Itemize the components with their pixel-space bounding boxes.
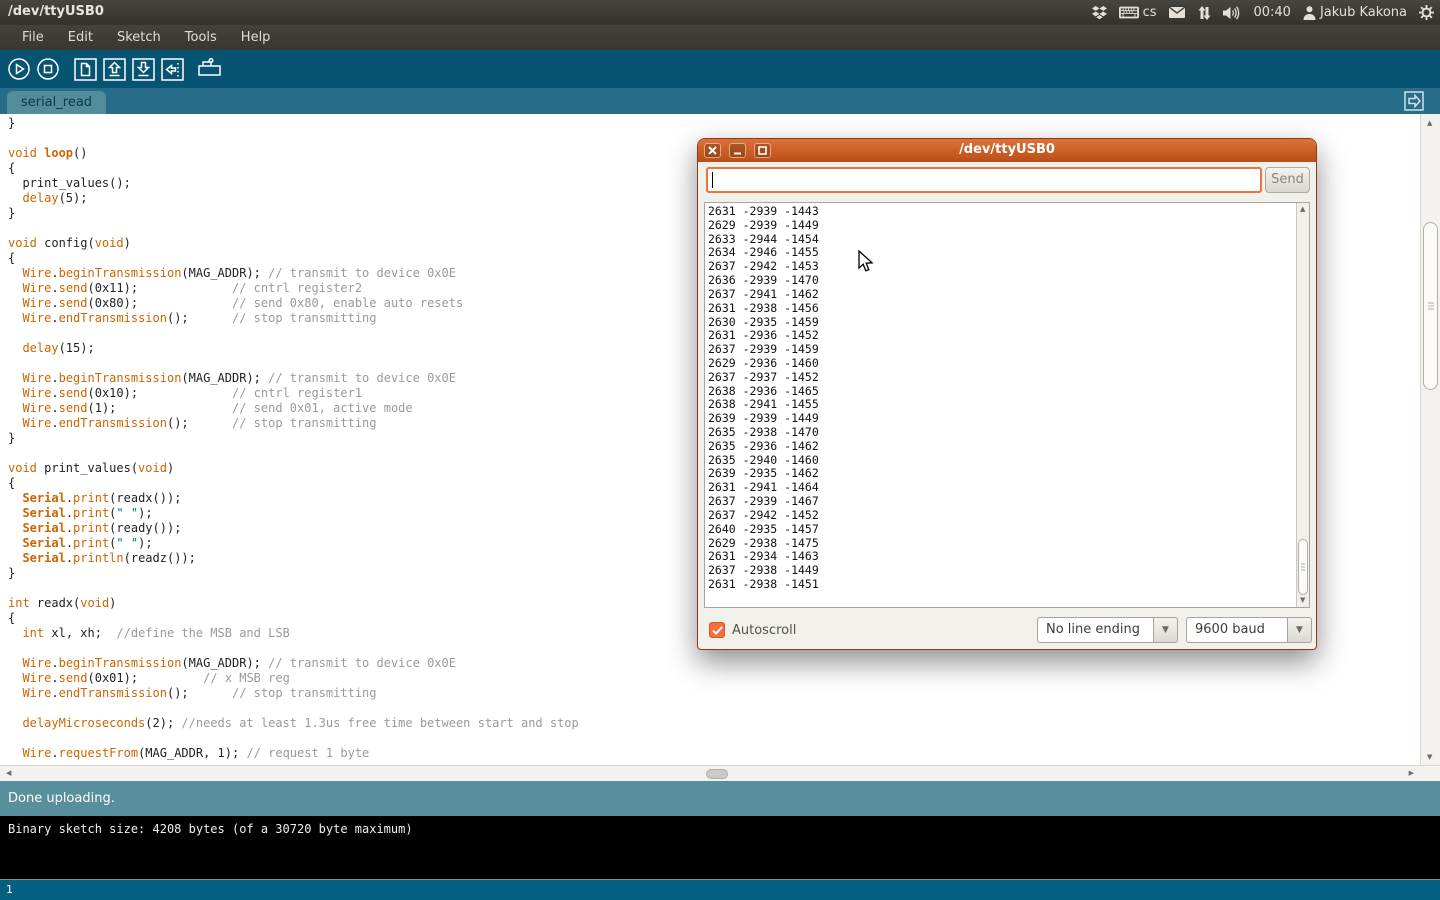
upload-button[interactable] [159,56,185,82]
stop-button[interactable] [35,56,61,82]
menu-help[interactable]: Help [229,25,283,50]
editor-hscrollbar-thumb[interactable] [706,769,728,779]
menu-tools[interactable]: Tools [173,25,229,50]
session-gear-icon[interactable] [1419,5,1434,20]
user-menu[interactable]: Jakub Kakona [1303,5,1407,20]
autoscroll-checkbox[interactable] [709,622,725,638]
send-button[interactable]: Send [1265,167,1310,193]
tab-strip: serial_read [0,88,1440,114]
system-tray: cs 00:40 Jakub Kakona [1092,0,1434,25]
line-number: 1 [6,883,13,896]
menu-sketch[interactable]: Sketch [105,25,173,50]
window-titlebar[interactable]: /dev/ttyUSB0 cs 00:40 Jaku [0,0,1440,25]
line-number-bar: 1 [0,879,1440,900]
editor-vertical-scrollbar[interactable]: ▲ ▼ [1420,114,1440,765]
status-message: Done uploading. [8,791,115,806]
serial-input[interactable] [706,167,1262,193]
chevron-down-icon[interactable]: ▼ [1153,617,1178,643]
line-ending-dropdown[interactable]: No line ending ▼ [1037,617,1178,643]
keyboard-indicator[interactable]: cs [1119,5,1157,20]
editor-horizontal-scrollbar[interactable]: ◀ ▶ [0,765,1440,781]
status-bar: Done uploading. [0,781,1440,816]
serial-output: 2631 -2939 -14432629 -2939 -14492633 -29… [708,205,1295,605]
menu-file[interactable]: File [10,25,56,50]
window-title: /dev/ttyUSB0 [8,4,104,19]
scroll-down-icon[interactable]: ▼ [1427,754,1432,761]
sync-arrows-icon[interactable] [1198,6,1211,20]
verify-button[interactable] [6,56,32,82]
user-name-label: Jakub Kakona [1320,5,1407,20]
serial-scrollbar-thumb[interactable] [1298,539,1308,595]
save-sketch-button[interactable] [130,56,156,82]
baud-rate-dropdown[interactable]: 9600 baud ▼ [1186,617,1312,643]
baud-rate-value: 9600 baud [1186,617,1287,643]
clock[interactable]: 00:40 [1253,5,1290,20]
scroll-right-icon[interactable]: ▶ [1409,770,1414,777]
scroll-left-icon[interactable]: ◀ [6,770,11,777]
console-output: Binary sketch size: 4208 bytes (of a 307… [0,816,1440,879]
dropbox-icon[interactable] [1092,5,1107,20]
clock-label: 00:40 [1253,5,1290,20]
tab-serial-read[interactable]: serial_read [7,91,106,114]
serial-monitor-button[interactable] [196,56,222,82]
autoscroll-label: Autoscroll [732,623,796,638]
open-sketch-button[interactable] [101,56,127,82]
serial-window-title: /dev/ttyUSB0 [698,142,1316,157]
serial-output-area[interactable]: 2631 -2939 -14432629 -2939 -14492633 -29… [704,202,1310,608]
tab-menu-icon[interactable] [1402,91,1426,111]
toolbar [0,50,1440,88]
serial-scrollbar[interactable]: ▲ ▼ [1296,203,1309,607]
editor-scrollbar-thumb[interactable] [1423,222,1438,390]
scroll-up-icon[interactable]: ▲ [1427,120,1432,127]
arduino-ide-screen: /dev/ttyUSB0 cs 00:40 Jaku [0,0,1440,900]
scroll-up-icon[interactable]: ▲ [1300,206,1305,213]
volume-icon[interactable] [1223,6,1241,20]
menu-bar: File Edit Sketch Tools Help [0,25,1440,50]
serial-monitor-window: /dev/ttyUSB0 Send 2631 -2939 -14432629 -… [697,138,1317,650]
console-text: Binary sketch size: 4208 bytes (of a 307… [8,822,413,836]
line-ending-value: No line ending [1037,617,1153,643]
menu-edit[interactable]: Edit [56,25,105,50]
chevron-down-icon[interactable]: ▼ [1287,617,1312,643]
keyboard-layout-label: cs [1143,5,1157,20]
text-caret [712,172,713,188]
new-sketch-button[interactable] [72,56,98,82]
scroll-down-icon[interactable]: ▼ [1300,597,1305,604]
mail-icon[interactable] [1168,6,1186,19]
serial-window-titlebar[interactable]: /dev/ttyUSB0 [698,139,1316,162]
